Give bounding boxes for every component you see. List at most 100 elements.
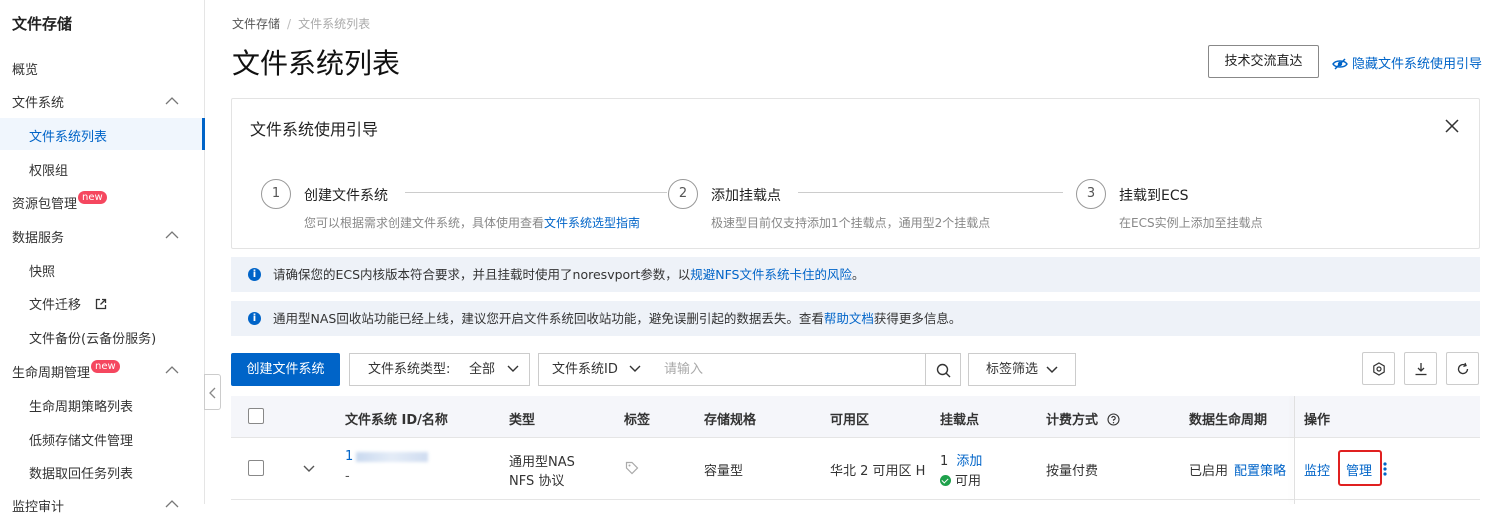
chevron-down-icon <box>507 365 519 372</box>
eye-hidden-icon <box>1332 58 1348 70</box>
info-icon: i <box>248 312 261 325</box>
step-connector <box>798 192 1063 193</box>
chevron-left-icon <box>209 387 216 399</box>
tag-filter-label: 标签筛选 <box>986 362 1039 377</box>
sidebar-item-overview[interactable]: 概览 <box>12 59 38 78</box>
chevron-up-icon[interactable] <box>165 499 179 509</box>
add-mount-link[interactable]: 添加 <box>956 454 982 469</box>
table-header: 文件系统 ID/名称 类型 标签 存储规格 可用区 挂载点 计费方式 数据生命周… <box>231 396 1480 438</box>
tech-exchange-button[interactable]: 技术交流直达 <box>1208 45 1319 78</box>
column-header: 挂载点 <box>940 413 980 428</box>
breadcrumb-root[interactable]: 文件存储 <box>232 17 280 31</box>
download-icon <box>1415 363 1427 376</box>
expand-chevron-icon[interactable] <box>303 465 315 473</box>
notice-text: 通用型NAS回收站功能已经上线，建议您开启文件系统回收站功能，避免误删引起的数据… <box>273 311 824 326</box>
sidebar-item-lifecycle[interactable]: 生命周期管理 new <box>12 360 120 381</box>
chevron-up-icon[interactable] <box>165 96 179 106</box>
column-header: 文件系统 ID/名称 <box>345 413 448 428</box>
chevron-down-icon <box>1046 366 1058 374</box>
sidebar-item-file-system-list[interactable]: 文件系统列表 <box>29 126 107 145</box>
column-header: 数据生命周期 <box>1189 413 1268 428</box>
chevron-down-icon <box>629 365 641 372</box>
selection-guide-link[interactable]: 文件系统选型指南 <box>544 216 640 230</box>
type-filter-label: 文件系统类型: <box>368 362 451 377</box>
search-field-label: 文件系统ID <box>552 362 618 377</box>
hide-guide-link[interactable]: 隐藏文件系统使用引导 <box>1332 53 1482 72</box>
sidebar-item-monitor-audit[interactable]: 监控审计 <box>12 496 64 515</box>
search-icon <box>936 363 951 378</box>
search-input[interactable]: 请输入 <box>650 353 926 386</box>
step-number-3: 3 <box>1076 179 1106 209</box>
sidebar-item-permission-group[interactable]: 权限组 <box>29 160 68 179</box>
sidebar-item-ia-file-manage[interactable]: 低频存储文件管理 <box>29 430 133 449</box>
type-filter-value: 全部 <box>469 362 496 377</box>
mount-point-cell: 1 添加 <box>940 450 982 469</box>
search-field-select[interactable]: 文件系统ID <box>538 353 651 386</box>
download-button[interactable] <box>1404 352 1437 385</box>
sidebar-item-snapshot[interactable]: 快照 <box>29 261 55 280</box>
close-icon[interactable] <box>1445 119 1459 133</box>
refresh-button[interactable] <box>1446 352 1479 385</box>
notice-link[interactable]: 帮助文档 <box>824 311 874 326</box>
step-desc-text: 您可以根据需求创建文件系统，具体使用查看 <box>304 216 545 230</box>
type-line2: NFS 协议 <box>509 474 565 489</box>
search-button[interactable] <box>925 353 961 386</box>
sidebar: 文件存储 概览 文件系统 文件系统列表 权限组 资源包管理 new 数据服务 快照… <box>0 0 205 515</box>
type-line1: 通用型NAS <box>509 455 575 470</box>
monitor-link[interactable]: 监控 <box>1304 460 1330 479</box>
step-connector <box>405 192 667 193</box>
notice-text: 请确保您的ECS内核版本符合要求，并且挂载时使用了noresvport参数，以 <box>273 267 691 282</box>
breadcrumb: 文件存储 / 文件系统列表 <box>232 15 370 32</box>
step-desc-3: 在ECS实例上添加至挂载点 <box>1119 216 1263 230</box>
manage-highlight-box <box>1338 450 1382 486</box>
create-file-system-button[interactable]: 创建文件系统 <box>231 353 340 386</box>
column-header: 计费方式 <box>1046 413 1099 428</box>
file-system-id: 1 <box>345 449 354 464</box>
chevron-up-icon[interactable] <box>165 230 179 240</box>
step-desc-1: 您可以根据需求创建文件系统，具体使用查看文件系统选型指南 <box>304 214 640 231</box>
sidebar-item-file-migration[interactable]: 文件迁移 <box>29 294 107 313</box>
column-header: 可用区 <box>830 413 870 428</box>
notice-link[interactable]: 规避NFS文件系统卡住的风险 <box>690 267 852 282</box>
sidebar-item-resource-package[interactable]: 资源包管理 new <box>12 191 107 212</box>
help-icon[interactable] <box>1106 413 1120 426</box>
settings-button[interactable] <box>1362 352 1395 385</box>
step-title-2: 添加挂载点 <box>711 188 781 204</box>
column-header: 存储规格 <box>704 413 757 428</box>
row-checkbox[interactable] <box>248 460 264 476</box>
column-header: 操作 <box>1304 413 1331 428</box>
page-title: 文件系统列表 <box>232 47 401 80</box>
configure-policy-link[interactable]: 配置策略 <box>1234 460 1286 479</box>
tag-icon[interactable] <box>625 461 639 475</box>
refresh-icon <box>1457 362 1469 375</box>
guide-title: 文件系统使用引导 <box>250 120 379 139</box>
availability-zone: 华北 2 可用区 H <box>830 464 926 479</box>
sidebar-item-lifecycle-policy[interactable]: 生命周期策略列表 <box>29 396 133 415</box>
chevron-up-icon[interactable] <box>165 365 179 375</box>
sidebar-item-file-backup[interactable]: 文件备份(云备份服务) <box>29 328 156 347</box>
step-number-1: 1 <box>261 179 291 209</box>
lifecycle-status: 已启用 <box>1189 464 1229 479</box>
billing-method: 按量付费 <box>1046 464 1099 479</box>
sidebar-item-data-service[interactable]: 数据服务 <box>12 227 64 246</box>
new-badge: new <box>78 191 107 204</box>
gear-icon <box>1373 362 1385 376</box>
more-vertical-icon[interactable] <box>1383 462 1387 476</box>
sidebar-collapse-button[interactable] <box>204 374 221 410</box>
notice-banner: i 通用型NAS回收站功能已经上线，建议您开启文件系统回收站功能，避免误删引起的… <box>231 301 1480 336</box>
file-system-type-select[interactable]: 文件系统类型: 全部 <box>349 353 530 386</box>
external-link-icon <box>96 298 107 310</box>
sidebar-item-label: 文件迁移 <box>29 298 82 313</box>
select-all-checkbox[interactable] <box>248 408 264 424</box>
step-title-3: 挂载到ECS <box>1119 188 1189 204</box>
sidebar-item-data-retrieval[interactable]: 数据取回任务列表 <box>29 463 133 482</box>
breadcrumb-separator: / <box>287 17 292 31</box>
file-system-id-link[interactable]: 1 <box>345 449 429 464</box>
storage-spec: 容量型 <box>704 464 744 479</box>
table-row: 1 - 通用型NAS NFS 协议 容量型 华北 2 可用区 H 1 添加 可用… <box>231 438 1480 500</box>
sidebar-item-file-system[interactable]: 文件系统 <box>12 92 64 111</box>
check-circle-icon <box>940 475 951 486</box>
info-icon: i <box>248 268 261 281</box>
mount-status: 可用 <box>940 470 981 489</box>
tag-filter-button[interactable]: 标签筛选 <box>968 353 1076 386</box>
